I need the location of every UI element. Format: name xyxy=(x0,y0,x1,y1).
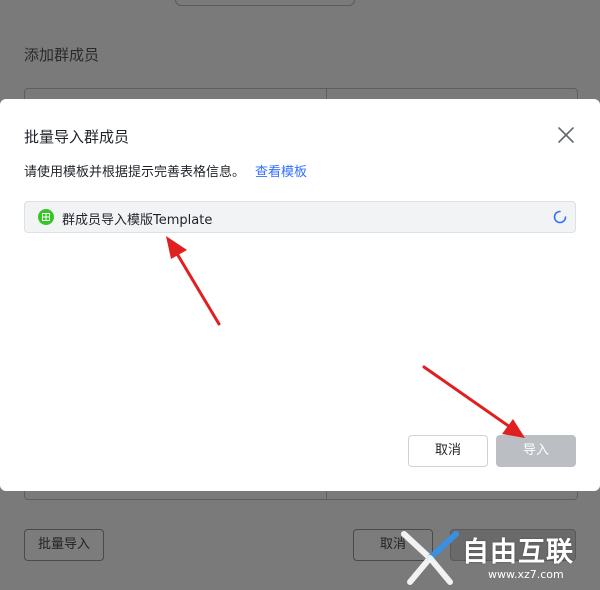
watermark-text: 自由互联 xyxy=(462,537,574,568)
background-batch-import-button: 批量导入 xyxy=(24,529,104,561)
loading-spinner-icon xyxy=(553,210,567,224)
hint-text: 请使用模板并根据提示完善表格信息。 xyxy=(24,165,246,180)
cancel-button[interactable]: 取消 xyxy=(408,435,488,467)
watermark: 自由互联 www.xz7.com xyxy=(400,528,596,586)
import-button[interactable]: 导入 xyxy=(496,435,576,467)
view-template-link[interactable]: 查看模板 xyxy=(255,165,307,180)
file-name: 群成员导入模版Template xyxy=(62,213,213,228)
uploaded-file-row: 群成员导入模版Template xyxy=(24,201,576,233)
batch-import-modal: 批量导入群成员 请使用模板并根据提示完善表格信息。 查看模板 群成员导入模版Tem… xyxy=(0,99,600,491)
watermark-url: www.xz7.com xyxy=(488,568,564,581)
modal-title: 批量导入群成员 xyxy=(24,128,130,146)
hint-row: 请使用模板并根据提示完善表格信息。 查看模板 xyxy=(24,161,307,180)
watermark-logo-icon xyxy=(401,531,459,585)
spreadsheet-icon xyxy=(38,209,54,225)
background-top-bar xyxy=(175,0,355,6)
background-dialog-title: 添加群成员 xyxy=(24,46,100,64)
close-icon[interactable] xyxy=(554,123,578,147)
